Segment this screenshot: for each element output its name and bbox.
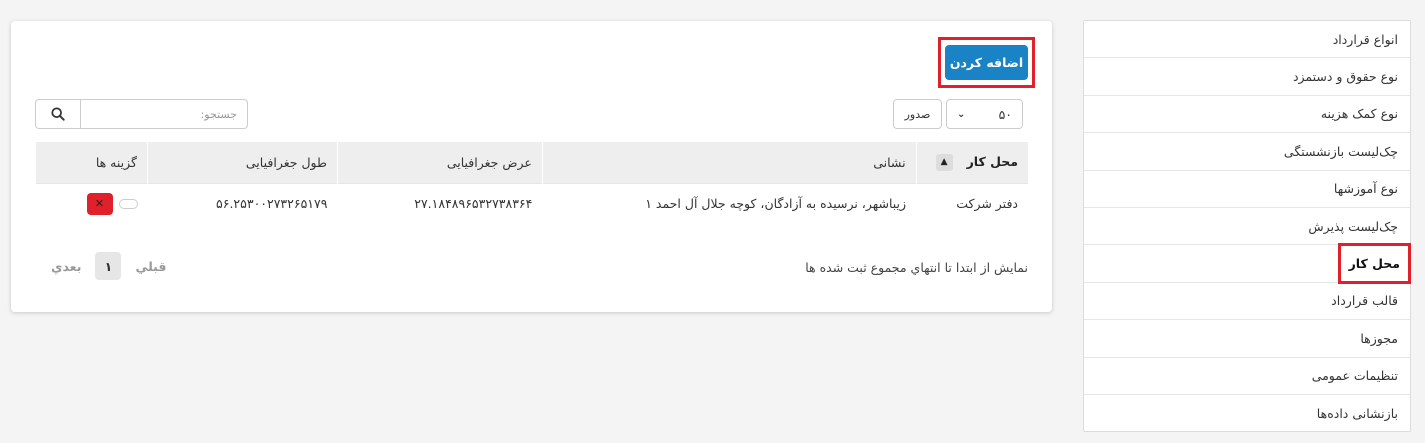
cell-options: ✕ bbox=[35, 182, 148, 224]
add-button-highlight: اضافه کردن bbox=[938, 37, 1035, 88]
next-page-link[interactable]: بعدي bbox=[51, 259, 81, 274]
column-header-workplace[interactable]: محل کار▲ bbox=[915, 142, 1028, 183]
sidebar-item-permissions[interactable]: مجوزها bbox=[1084, 320, 1410, 358]
export-button[interactable]: صدور bbox=[893, 99, 942, 129]
sidebar-item-retirement-checklist[interactable]: چک‌لیست بازنشستگی bbox=[1084, 133, 1410, 171]
sidebar-item-label: تنظیمات عمومی bbox=[1311, 368, 1398, 384]
cell-workplace: دفتر شرکت bbox=[916, 182, 1028, 224]
table-row: دفتر شرکت زیباشهر، نرسیده به آزادگان، کو… bbox=[35, 182, 1028, 224]
sidebar-item-training-types[interactable]: نوع آموزشها bbox=[1084, 171, 1410, 208]
cell-longitude: ۵۶.۲۵۳۰۰۲۷۳۲۶۵۱۷۹ bbox=[147, 182, 338, 224]
sidebar-item-workplace[interactable]: محل کار bbox=[1084, 243, 1412, 285]
sidebar-item-label: نوع کمک هزینه bbox=[1320, 106, 1398, 122]
pagination: قبلي ۱ بعدي bbox=[51, 252, 166, 280]
search-button[interactable] bbox=[35, 99, 80, 129]
sidebar-item-label: قالب قرارداد bbox=[1331, 293, 1398, 309]
cell-address: زیباشهر، نرسیده به آزادگان، کوچه جلال آل… bbox=[542, 182, 917, 224]
workplace-table: محل کار▲ نشانی عرض جغرافیایی طول جغرافیا… bbox=[35, 142, 1028, 224]
sidebar-item-reset-data[interactable]: بازنشانی داده‌ها bbox=[1084, 395, 1410, 432]
page-number-1[interactable]: ۱ bbox=[95, 252, 122, 280]
sidebar-item-label: مجوزها bbox=[1360, 330, 1398, 346]
sidebar-item-label: نوع آموزشها bbox=[1333, 181, 1398, 197]
chevron-down-icon: ⌄ bbox=[957, 108, 966, 120]
sidebar-item-contract-types[interactable]: انواع قرارداد bbox=[1084, 21, 1410, 59]
search-group bbox=[35, 99, 248, 129]
table-info: نمایش از ابتدا تا انتهاي مجموع ثبت شده ه… bbox=[805, 260, 1028, 275]
search-input[interactable] bbox=[80, 99, 248, 129]
page-length-value: ۵۰ bbox=[998, 106, 1012, 122]
sidebar-item-allowance-types[interactable]: نوع کمک هزینه bbox=[1084, 96, 1410, 134]
column-header-options: گزینه ها bbox=[35, 142, 148, 183]
sidebar-item-label: محل کار bbox=[1337, 243, 1412, 285]
sidebar-item-label: چک‌لیست بازنشستگی bbox=[1283, 143, 1398, 159]
active-toggle[interactable] bbox=[118, 198, 138, 209]
prev-page-link[interactable]: قبلي bbox=[135, 259, 166, 274]
workplace-card: اضافه کردن ۵۰ ⌄ صدور محل کار▲ نشانی عرض … bbox=[11, 21, 1052, 312]
sidebar-item-onboarding-checklist[interactable]: چک‌لیست پذیرش bbox=[1084, 208, 1410, 246]
add-button[interactable]: اضافه کردن bbox=[945, 45, 1028, 80]
column-header-address[interactable]: نشانی bbox=[541, 142, 917, 183]
sidebar-item-label: انواع قرارداد bbox=[1332, 31, 1398, 47]
sort-up-icon: ▲ bbox=[935, 153, 953, 171]
delete-button[interactable]: ✕ bbox=[86, 192, 113, 215]
search-icon bbox=[51, 107, 65, 121]
page-length-select[interactable]: ۵۰ ⌄ bbox=[946, 99, 1023, 129]
column-header-longitude[interactable]: طول جغرافیایی bbox=[147, 142, 338, 183]
sidebar-item-label: نوع حقوق و دستمزد bbox=[1292, 69, 1398, 85]
sidebar-item-label: چک‌لیست پذیرش bbox=[1308, 218, 1398, 234]
sidebar-item-contract-template[interactable]: قالب قرارداد bbox=[1084, 283, 1410, 321]
settings-sidebar: انواع قرارداد نوع حقوق و دستمزد نوع کمک … bbox=[1083, 20, 1412, 432]
column-header-latitude[interactable]: عرض جغرافیایی bbox=[336, 142, 543, 183]
sidebar-item-salary-types[interactable]: نوع حقوق و دستمزد bbox=[1084, 58, 1410, 96]
sidebar-item-label: بازنشانی داده‌ها bbox=[1316, 406, 1398, 422]
cell-latitude: ۲۷.۱۸۴۸۹۶۵۳۲۷۳۸۳۶۴ bbox=[337, 182, 543, 224]
sidebar-item-general-settings[interactable]: تنظیمات عمومی bbox=[1084, 358, 1410, 395]
close-icon: ✕ bbox=[94, 197, 105, 211]
